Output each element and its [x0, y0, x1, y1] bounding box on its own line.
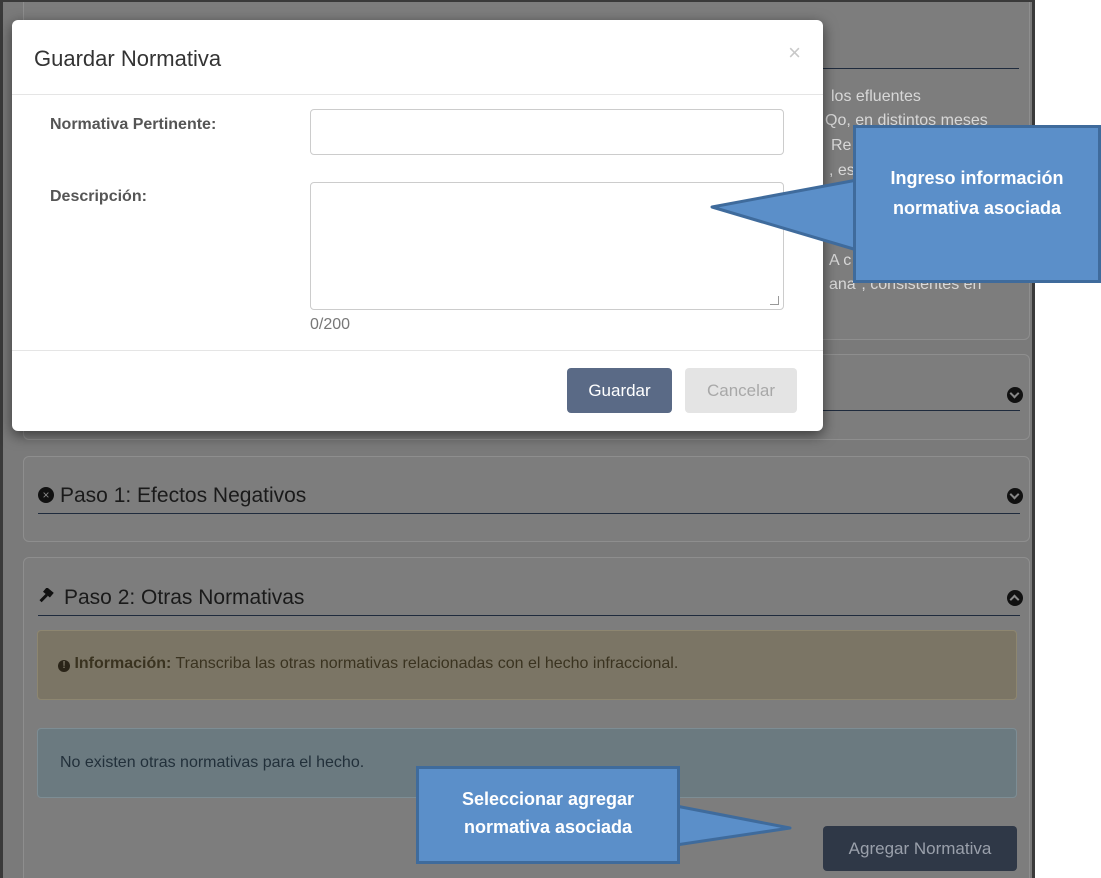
- empty-alert-text: No existen otras normativas para el hech…: [60, 754, 365, 771]
- descripcion-textarea[interactable]: [310, 182, 784, 310]
- modal-header-divider: [12, 94, 823, 95]
- char-counter: 0/200: [310, 316, 351, 333]
- chevron-up-icon[interactable]: [1007, 590, 1023, 606]
- modal-footer-divider: [12, 350, 823, 351]
- info-alert-strong: Información:: [74, 655, 172, 672]
- close-icon[interactable]: ×: [788, 40, 801, 66]
- bg-text-line-4: , es: [829, 162, 855, 179]
- descripcion-label: Descripción:: [50, 188, 147, 205]
- callout-bottom-text: Seleccionar agregar normativa asociada: [461, 789, 635, 837]
- info-icon: !: [58, 660, 70, 672]
- bg-text-line-6: A c: [829, 252, 852, 269]
- bg-text-line-1: los efluentes: [831, 88, 921, 105]
- times-circle-icon: ×: [38, 487, 54, 503]
- chevron-down-icon[interactable]: [1007, 488, 1023, 504]
- callout-top-text: Ingreso información normativa asociada: [890, 168, 1064, 218]
- save-button[interactable]: Guardar: [567, 368, 672, 413]
- save-normativa-modal: Guardar Normativa × Normativa Pertinente…: [12, 20, 823, 431]
- chevron-down-icon[interactable]: [1007, 387, 1023, 403]
- normativa-input[interactable]: [310, 109, 784, 155]
- section-paso1[interactable]: × Paso 1: Efectos Negativos: [23, 456, 1030, 542]
- section-paso2-title: Paso 2: Otras Normativas: [64, 586, 305, 609]
- info-alert-text: Transcriba las otras normativas relacion…: [175, 655, 679, 672]
- modal-title: Guardar Normativa: [34, 46, 222, 71]
- callout-top: Ingreso información normativa asociada: [853, 125, 1101, 283]
- gavel-icon: [38, 587, 56, 606]
- callout-bottom: Seleccionar agregar normativa asociada: [416, 766, 680, 864]
- bg-text-line-5: cor: [829, 188, 852, 205]
- add-normativa-button[interactable]: Agregar Normativa: [823, 826, 1017, 871]
- resize-grip-icon[interactable]: [770, 296, 779, 305]
- info-alert: ! Información: Transcriba las otras norm…: [37, 630, 1017, 700]
- normativa-label: Normativa Pertinente:: [50, 116, 217, 133]
- panel-divider: [814, 68, 1019, 69]
- bg-text-line-3: Re: [831, 137, 852, 154]
- section-paso1-title: Paso 1: Efectos Negativos: [60, 484, 307, 507]
- cancel-button[interactable]: Cancelar: [685, 368, 797, 413]
